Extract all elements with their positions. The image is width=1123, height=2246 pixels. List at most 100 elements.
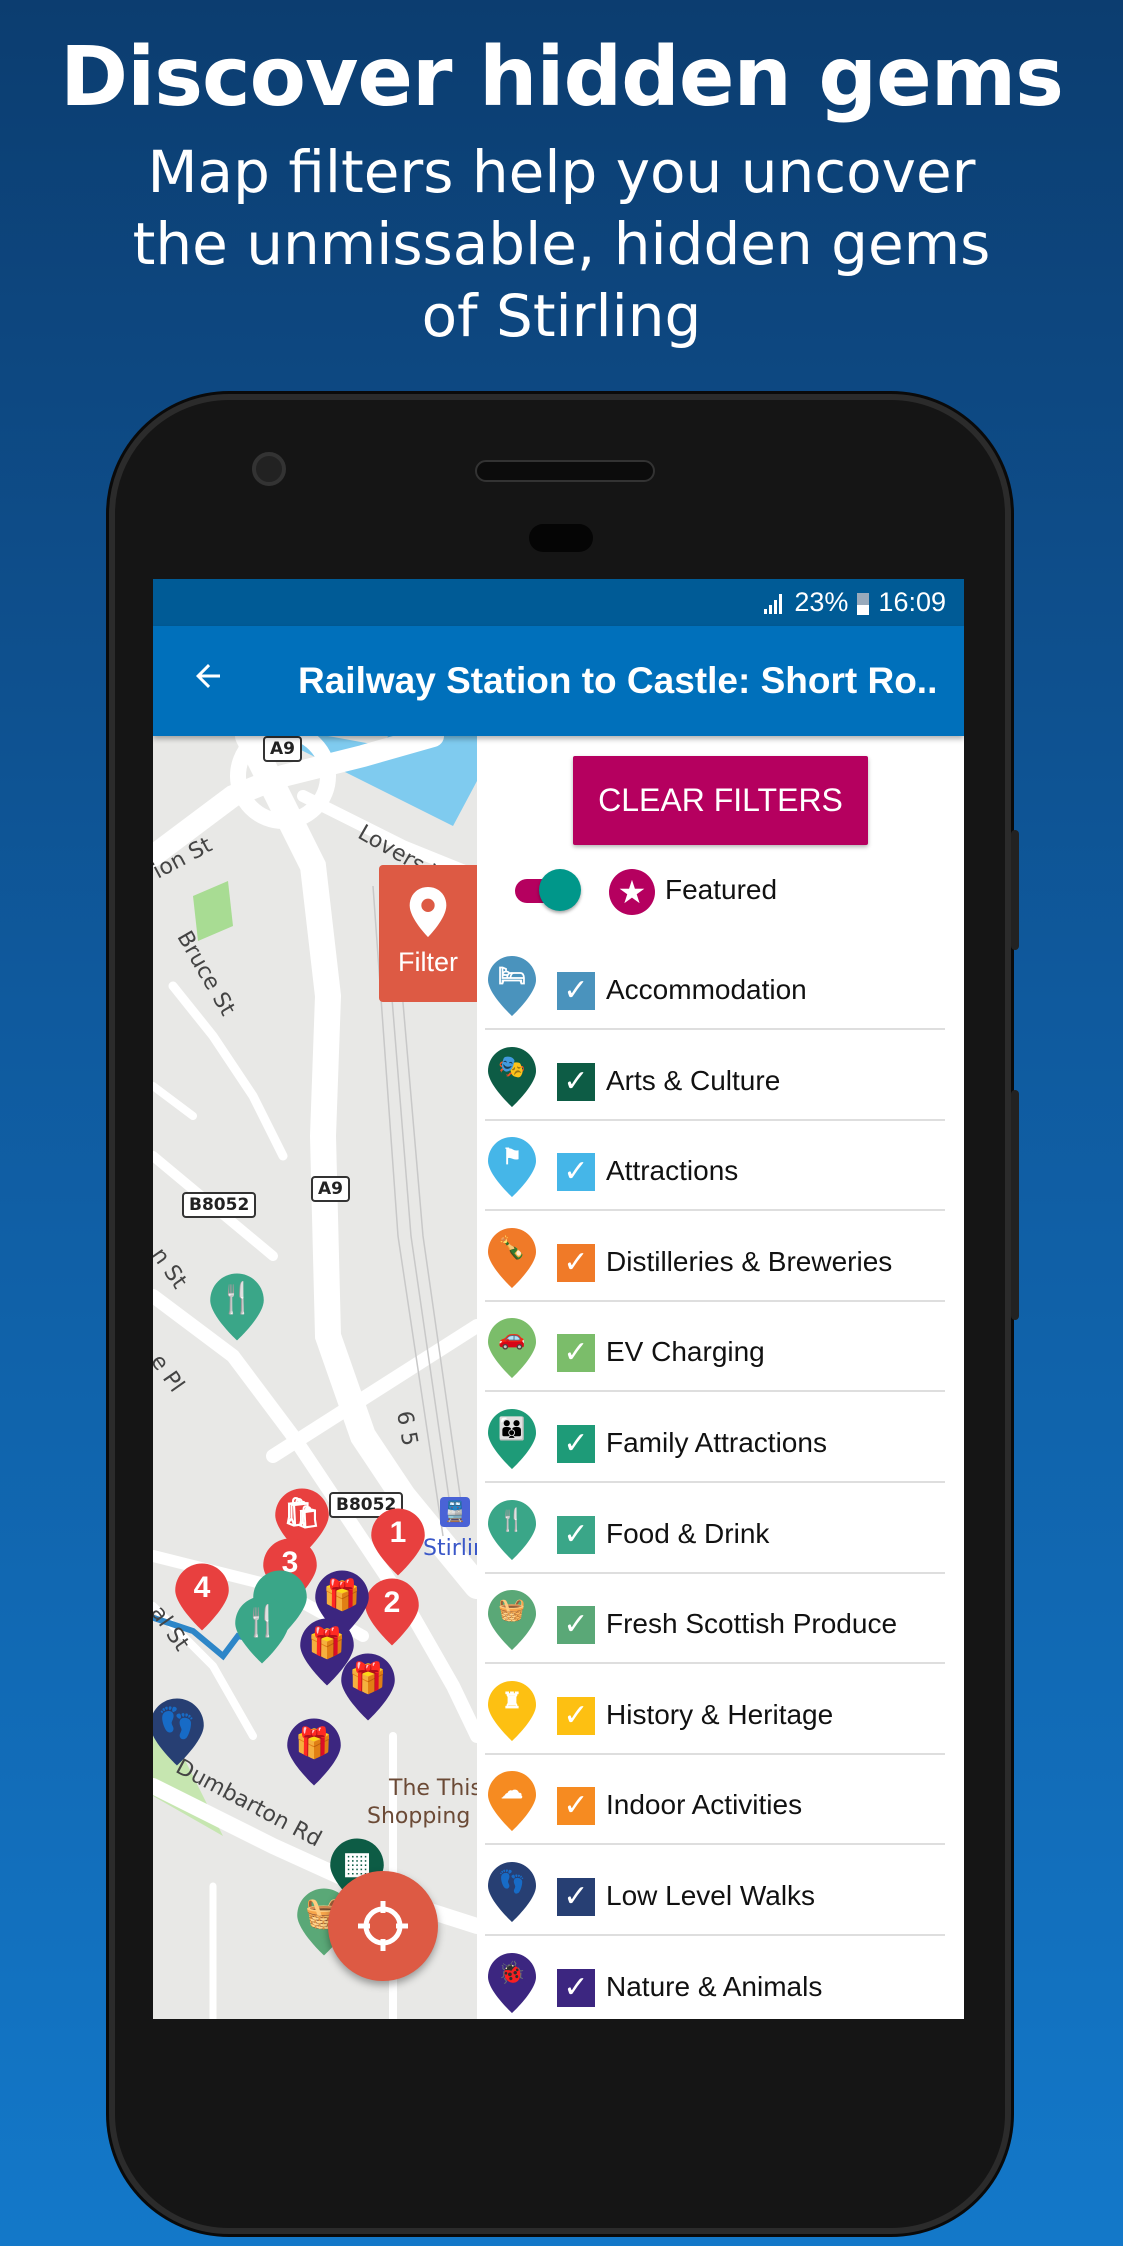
- crosshair-icon: [358, 1901, 408, 1951]
- poi-label: The Thist: [389, 1776, 477, 1801]
- promo-subtitle-line: Map filters help you uncover: [147, 138, 976, 206]
- divider: [485, 1299, 945, 1302]
- category-checkbox[interactable]: ✓: [557, 1606, 595, 1645]
- promo-title: Discover hidden gems: [60, 30, 1064, 125]
- divider: [485, 1209, 945, 1212]
- category-checkbox[interactable]: ✓: [557, 1878, 595, 1916]
- status-bar: 23% 16:09: [153, 579, 964, 626]
- arrow-left-icon: [196, 664, 220, 688]
- promo-subtitle-line: the unmissable, hidden gems: [132, 210, 991, 278]
- earpiece-speaker: [475, 460, 655, 482]
- divider: [485, 1028, 945, 1030]
- filter-row[interactable]: 👪 ✓ Family Attractions: [477, 1407, 964, 1497]
- category-label: History & Heritage: [606, 1698, 834, 1730]
- filter-row[interactable]: 🛏 ✓ Accommodation: [477, 954, 964, 1044]
- category-checkbox[interactable]: ✓: [557, 1243, 595, 1282]
- category-label: Food & Drink: [606, 1517, 770, 1549]
- category-label: Attractions: [606, 1155, 739, 1187]
- road-shield: A9: [311, 1176, 350, 1202]
- category-label: Indoor Activities: [606, 1789, 803, 1821]
- filter-row[interactable]: 🍴 ✓ Food & Drink: [477, 1498, 964, 1588]
- featured-toggle[interactable]: [515, 869, 581, 911]
- footprints-icon: 👣: [486, 1860, 538, 1924]
- volume-button: [1011, 830, 1019, 950]
- promo-subtitle-line: of Stirling: [421, 282, 702, 350]
- category-checkbox[interactable]: ✓: [557, 1787, 595, 1826]
- category-label: Family Attractions: [606, 1427, 827, 1458]
- category-checkbox[interactable]: ✓: [557, 1153, 595, 1192]
- power-button: [1011, 1090, 1019, 1320]
- front-camera: [252, 452, 286, 486]
- star-icon: ★: [609, 869, 655, 915]
- category-checkbox[interactable]: ✓: [557, 972, 595, 1010]
- road-shield: B8052: [182, 1192, 257, 1218]
- filter-row[interactable]: ♜ ✓ History & Heritage: [477, 1679, 964, 1769]
- filter-row[interactable]: 🚗 ✓ EV Charging: [477, 1316, 964, 1406]
- category-label: EV Charging: [606, 1336, 765, 1368]
- train-station-icon: 🚆: [440, 1497, 470, 1527]
- flag-icon: ⚑: [486, 1135, 538, 1199]
- category-label: Distilleries & Breweries: [606, 1245, 893, 1277]
- app-bar: Railway Station to Castle: Short Ro..: [153, 626, 964, 736]
- category-checkbox[interactable]: ✓: [557, 1515, 595, 1554]
- battery-percent: 23%: [794, 587, 849, 617]
- map-view[interactable]: A9 A9 B8052 B8052 ion St Lovers W Bruce …: [153, 736, 477, 2019]
- bottle-icon: 🍾: [486, 1226, 538, 1290]
- divider: [485, 1662, 945, 1665]
- category-checkbox[interactable]: ✓: [557, 1334, 595, 1373]
- category-checkbox[interactable]: ✓: [557, 1968, 595, 2007]
- clock: 16:09: [878, 587, 946, 617]
- category-label: Arts & Culture: [606, 1064, 781, 1096]
- map-pin-icon: [409, 887, 447, 937]
- food-drink-marker[interactable]: 🍴: [233, 1594, 291, 1666]
- locate-me-button[interactable]: [328, 1871, 438, 1981]
- gift-marker[interactable]: 🎁: [339, 1651, 397, 1723]
- station-label: Stirling: [423, 1536, 477, 1561]
- filter-row[interactable]: ☁ ✓ Indoor Activities: [477, 1769, 964, 1859]
- divider: [485, 1934, 945, 1936]
- divider: [485, 1118, 945, 1121]
- category-checkbox[interactable]: ✓: [557, 1425, 595, 1463]
- food-drink-marker[interactable]: 🍴: [208, 1271, 266, 1343]
- car-charging-icon: 🚗: [486, 1316, 538, 1380]
- proximity-sensor: [529, 524, 593, 552]
- page-title: Railway Station to Castle: Short Ro..: [298, 660, 938, 701]
- filter-tab-button[interactable]: Filter: [379, 865, 477, 1002]
- theatre-masks-icon: 🎭: [486, 1045, 538, 1109]
- family-icon: 👪: [486, 1407, 538, 1471]
- clear-filters-button[interactable]: CLEAR FILTERS: [573, 756, 868, 845]
- walk-marker[interactable]: 👣: [153, 1696, 206, 1768]
- phone-screen: 23% 16:09 Railway Station to Castle: Sho…: [153, 579, 964, 2019]
- bed-icon: 🛏: [486, 954, 538, 1018]
- back-button[interactable]: [153, 658, 263, 704]
- castle-icon: ♜: [486, 1679, 538, 1743]
- route-marker-2[interactable]: 2: [363, 1576, 421, 1648]
- route-marker-1[interactable]: 1: [369, 1506, 427, 1578]
- route-marker-4[interactable]: 4: [173, 1561, 231, 1633]
- filter-row[interactable]: 🎭 ✓ Arts & Culture: [477, 1045, 964, 1135]
- filter-row[interactable]: 🐞 ✓ Nature & Animals: [477, 1951, 964, 2019]
- featured-label: Featured: [665, 874, 778, 905]
- ladybird-icon: 🐞: [486, 1951, 538, 2015]
- basket-icon: 🧺: [486, 1588, 538, 1652]
- filter-row[interactable]: 🧺 ✓ Fresh Scottish Produce: [477, 1588, 964, 1678]
- divider: [485, 1571, 945, 1574]
- category-checkbox[interactable]: ✓: [557, 1696, 595, 1735]
- filter-row[interactable]: 👣 ✓ Low Level Walks: [477, 1860, 964, 1950]
- road-shield: A9: [263, 736, 302, 762]
- rain-cloud-icon: ☁: [486, 1769, 538, 1833]
- divider: [485, 1390, 945, 1393]
- filter-row[interactable]: 🍾 ✓ Distilleries & Breweries: [477, 1226, 964, 1316]
- divider: [485, 1481, 945, 1483]
- battery-icon: [857, 592, 870, 615]
- category-label: Low Level Walks: [606, 1880, 816, 1911]
- category-label: Accommodation: [606, 974, 807, 1005]
- divider: [485, 1752, 945, 1755]
- category-label: Nature & Animals: [606, 1970, 823, 2002]
- gift-marker[interactable]: 🎁: [285, 1716, 343, 1788]
- fork-knife-icon: 🍴: [486, 1498, 538, 1562]
- signal-icon: [764, 593, 783, 614]
- filter-row[interactable]: ⚑ ✓ Attractions: [477, 1135, 964, 1225]
- filter-tab-label: Filter: [398, 947, 458, 977]
- category-checkbox[interactable]: ✓: [557, 1062, 595, 1101]
